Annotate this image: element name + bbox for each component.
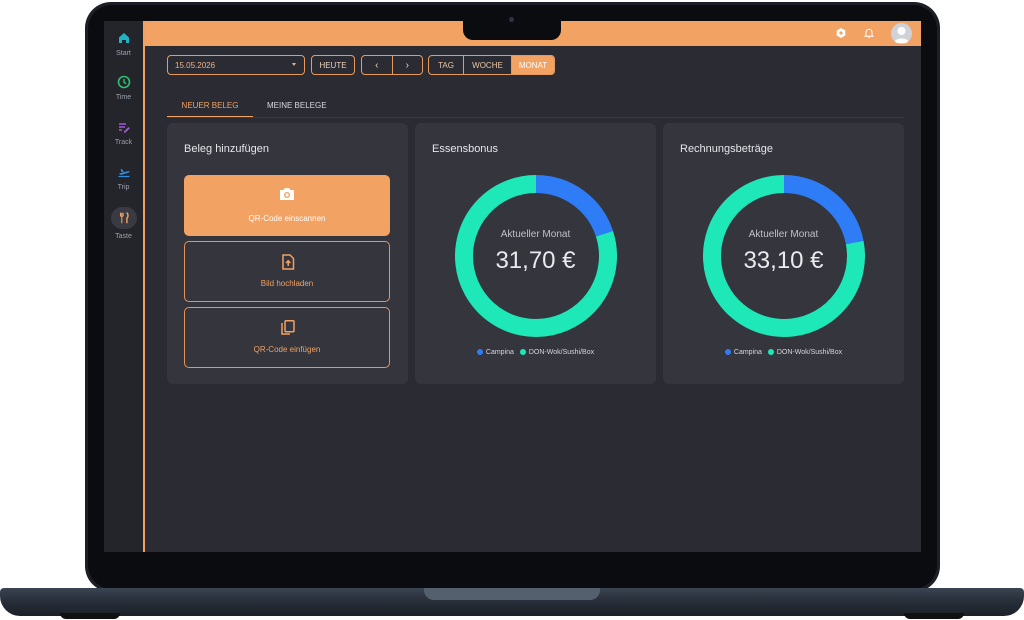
upload-image-button[interactable]: Bild hochladen <box>184 241 390 302</box>
donut-slice-campina[interactable] <box>535 175 614 237</box>
camera-icon <box>280 188 294 200</box>
laptop-foot-right <box>904 613 964 619</box>
card-title: Beleg hinzufügen <box>184 143 270 155</box>
legend-label: DON-Wok/Sushi/Box <box>528 349 595 356</box>
button-label: QR-Code einfügen <box>253 345 321 354</box>
card-title: Rechnungsbeträge <box>680 143 773 155</box>
invoice-amounts-card: Rechnungsbeträge Aktueller Monat 33,10 €… <box>663 123 904 384</box>
donut-subtitle: Aktueller Monat <box>500 229 571 240</box>
range-day-button[interactable]: TAG <box>429 56 464 74</box>
avatar[interactable] <box>891 23 912 44</box>
legend-dot <box>519 349 526 355</box>
legend-label: Campina <box>733 349 762 356</box>
legend-label: DON-Wok/Sushi/Box <box>776 349 843 356</box>
today-button[interactable]: HEUTE <box>311 55 355 75</box>
donut-value: 33,10 € <box>743 247 824 274</box>
paste-qr-button[interactable]: QR-Code einfügen <box>184 307 390 368</box>
laptop-hinge-notch <box>424 588 600 600</box>
sidebar-item-label: Time <box>115 94 132 101</box>
legend-item[interactable]: DON-Wok/Sushi/Box <box>767 349 843 356</box>
chart-legend: Campina DON-Wok/Sushi/Box <box>415 349 656 356</box>
laptop-foot-left <box>60 613 120 619</box>
range-week-button[interactable]: WOCHE <box>464 56 512 74</box>
legend-dot <box>476 349 483 355</box>
period-navigation: ‹ › <box>361 55 423 75</box>
home-icon <box>118 33 129 43</box>
active-indicator <box>110 207 137 229</box>
file-upload-icon <box>282 254 295 270</box>
settings-hex-icon[interactable] <box>835 27 847 39</box>
sidebar-item-track[interactable]: Track <box>104 119 143 146</box>
sidebar-item-label: Start <box>116 50 131 57</box>
scan-qr-button[interactable]: QR-Code einscannen <box>184 175 390 236</box>
sidebar-item-time[interactable]: Time <box>104 74 143 101</box>
laptop-chin <box>88 552 937 588</box>
range-toggle: TAG WOCHE MONAT <box>428 55 555 75</box>
tab-new-receipt[interactable]: NEUER BELEG <box>167 101 253 118</box>
date-picker[interactable]: 15.05.2026 <box>167 55 305 75</box>
tab-divider <box>167 117 904 118</box>
legend-label: Campina <box>485 349 514 356</box>
fork-knife-icon <box>119 212 129 224</box>
chart-legend: Campina DON-Wok/Sushi/Box <box>663 349 904 356</box>
copy-icon <box>281 320 295 335</box>
next-button[interactable]: › <box>393 60 423 71</box>
sidebar: Start Time Track Trip Taste <box>104 21 145 552</box>
legend-dot <box>724 349 731 355</box>
sidebar-item-label: Trip <box>117 184 130 191</box>
button-label: QR-Code einscannen <box>248 214 326 223</box>
chevron-down-icon <box>292 63 296 66</box>
sidebar-item-trip[interactable]: Trip <box>104 164 143 191</box>
button-label: Bild hochladen <box>260 279 314 288</box>
donut-subtitle: Aktueller Monat <box>748 229 819 240</box>
add-receipt-card: Beleg hinzufügen QR-Code einscannen Bild… <box>167 123 408 384</box>
tab-my-receipts[interactable]: MEINE BELEGE <box>267 101 327 110</box>
sidebar-item-taste[interactable]: Taste <box>104 207 143 240</box>
sidebar-item-start[interactable]: Start <box>104 30 143 57</box>
legend-dot <box>767 349 774 355</box>
plane-icon <box>118 169 129 178</box>
range-month-button[interactable]: MONAT <box>512 56 554 74</box>
legend-item[interactable]: DON-Wok/Sushi/Box <box>519 349 595 356</box>
donut-value: 31,70 € <box>495 247 576 274</box>
bell-icon[interactable] <box>863 27 875 39</box>
card-title: Essensbonus <box>432 143 499 155</box>
legend-item[interactable]: Campina <box>724 349 762 356</box>
camera-lens <box>509 17 514 22</box>
prev-button[interactable]: ‹ <box>362 60 392 71</box>
sidebar-item-label: Track <box>114 139 133 146</box>
sidebar-item-label: Taste <box>115 233 132 240</box>
date-value: 15.05.2026 <box>175 60 216 70</box>
user-icon <box>894 27 909 43</box>
edit-list-icon <box>118 123 130 133</box>
clock-icon <box>117 75 130 89</box>
legend-item[interactable]: Campina <box>476 349 514 356</box>
app-screen: Start Time Track Trip Taste 15.05.2026 H… <box>104 21 921 552</box>
meal-bonus-card: Essensbonus Aktueller Monat 31,70 € Camp… <box>415 123 656 384</box>
